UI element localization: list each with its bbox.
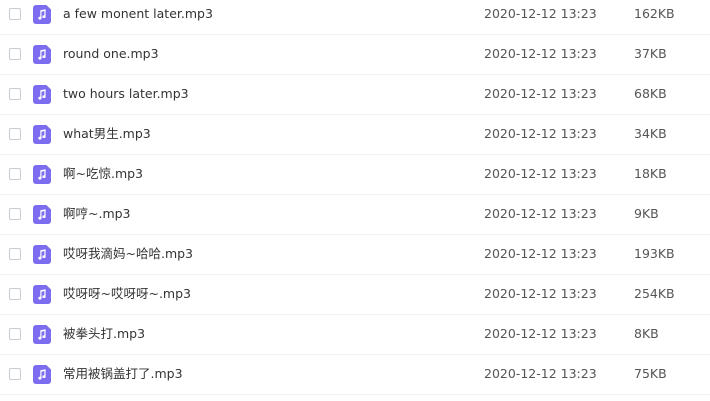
music-file-icon	[33, 45, 51, 64]
file-row[interactable]: 啊~吃惊.mp3 2020-12-12 13:23 18KB	[0, 155, 710, 195]
music-file-icon	[33, 325, 51, 344]
music-file-icon	[33, 365, 51, 384]
music-file-icon	[33, 125, 51, 144]
file-size: 75KB	[634, 366, 667, 381]
music-file-icon	[33, 285, 51, 304]
file-name[interactable]: 常用被锅盖打了.mp3	[63, 366, 183, 382]
row-checkbox[interactable]	[9, 8, 21, 20]
file-size: 18KB	[634, 166, 667, 181]
row-checkbox[interactable]	[9, 328, 21, 340]
file-name[interactable]: 被拳头打.mp3	[63, 326, 145, 342]
file-name[interactable]: 哎呀呀~哎呀呀~.mp3	[63, 286, 191, 302]
file-name[interactable]: 啊哼~.mp3	[63, 206, 131, 222]
file-list: a few monent later.mp3 2020-12-12 13:23 …	[0, 0, 710, 401]
music-file-icon	[33, 5, 51, 24]
file-size: 254KB	[634, 286, 675, 301]
music-file-icon	[33, 205, 51, 224]
file-name[interactable]: a few monent later.mp3	[63, 6, 213, 22]
row-checkbox[interactable]	[9, 248, 21, 260]
file-size: 8KB	[634, 326, 659, 341]
file-name[interactable]: round one.mp3	[63, 46, 159, 62]
music-file-icon	[33, 245, 51, 264]
file-size: 162KB	[634, 6, 675, 21]
file-row[interactable]: 啊哼~.mp3 2020-12-12 13:23 9KB	[0, 195, 710, 235]
file-size: 34KB	[634, 126, 667, 141]
file-name[interactable]: what男生.mp3	[63, 126, 151, 142]
music-file-icon	[33, 85, 51, 104]
file-row[interactable]: 被拳头打.mp3 2020-12-12 13:23 8KB	[0, 315, 710, 355]
row-checkbox[interactable]	[9, 128, 21, 140]
row-checkbox[interactable]	[9, 288, 21, 300]
file-modified-date: 2020-12-12 13:23	[484, 6, 597, 21]
file-name[interactable]: 哎呀我滴妈~哈哈.mp3	[63, 246, 193, 262]
file-name[interactable]: 啊~吃惊.mp3	[63, 166, 143, 182]
file-size: 37KB	[634, 46, 667, 61]
file-size: 68KB	[634, 86, 667, 101]
file-row[interactable]: 哎呀呀~哎呀呀~.mp3 2020-12-12 13:23 254KB	[0, 275, 710, 315]
file-modified-date: 2020-12-12 13:23	[484, 46, 597, 61]
row-checkbox[interactable]	[9, 368, 21, 380]
file-size: 193KB	[634, 246, 675, 261]
music-file-icon	[33, 165, 51, 184]
row-checkbox[interactable]	[9, 168, 21, 180]
file-modified-date: 2020-12-12 13:23	[484, 366, 597, 381]
file-modified-date: 2020-12-12 13:23	[484, 206, 597, 221]
file-modified-date: 2020-12-12 13:23	[484, 326, 597, 341]
file-modified-date: 2020-12-12 13:23	[484, 286, 597, 301]
file-size: 9KB	[634, 206, 659, 221]
row-checkbox[interactable]	[9, 48, 21, 60]
row-checkbox[interactable]	[9, 88, 21, 100]
file-row[interactable]: what男生.mp3 2020-12-12 13:23 34KB	[0, 115, 710, 155]
file-row[interactable]: round one.mp3 2020-12-12 13:23 37KB	[0, 35, 710, 75]
file-name[interactable]: two hours later.mp3	[63, 86, 189, 102]
row-checkbox[interactable]	[9, 208, 21, 220]
file-modified-date: 2020-12-12 13:23	[484, 126, 597, 141]
file-modified-date: 2020-12-12 13:23	[484, 246, 597, 261]
file-row[interactable]: two hours later.mp3 2020-12-12 13:23 68K…	[0, 75, 710, 115]
file-row[interactable]: a few monent later.mp3 2020-12-12 13:23 …	[0, 0, 710, 35]
file-row[interactable]: 哎呀我滴妈~哈哈.mp3 2020-12-12 13:23 193KB	[0, 235, 710, 275]
file-modified-date: 2020-12-12 13:23	[484, 86, 597, 101]
file-modified-date: 2020-12-12 13:23	[484, 166, 597, 181]
file-row[interactable]: 常用被锅盖打了.mp3 2020-12-12 13:23 75KB	[0, 355, 710, 395]
